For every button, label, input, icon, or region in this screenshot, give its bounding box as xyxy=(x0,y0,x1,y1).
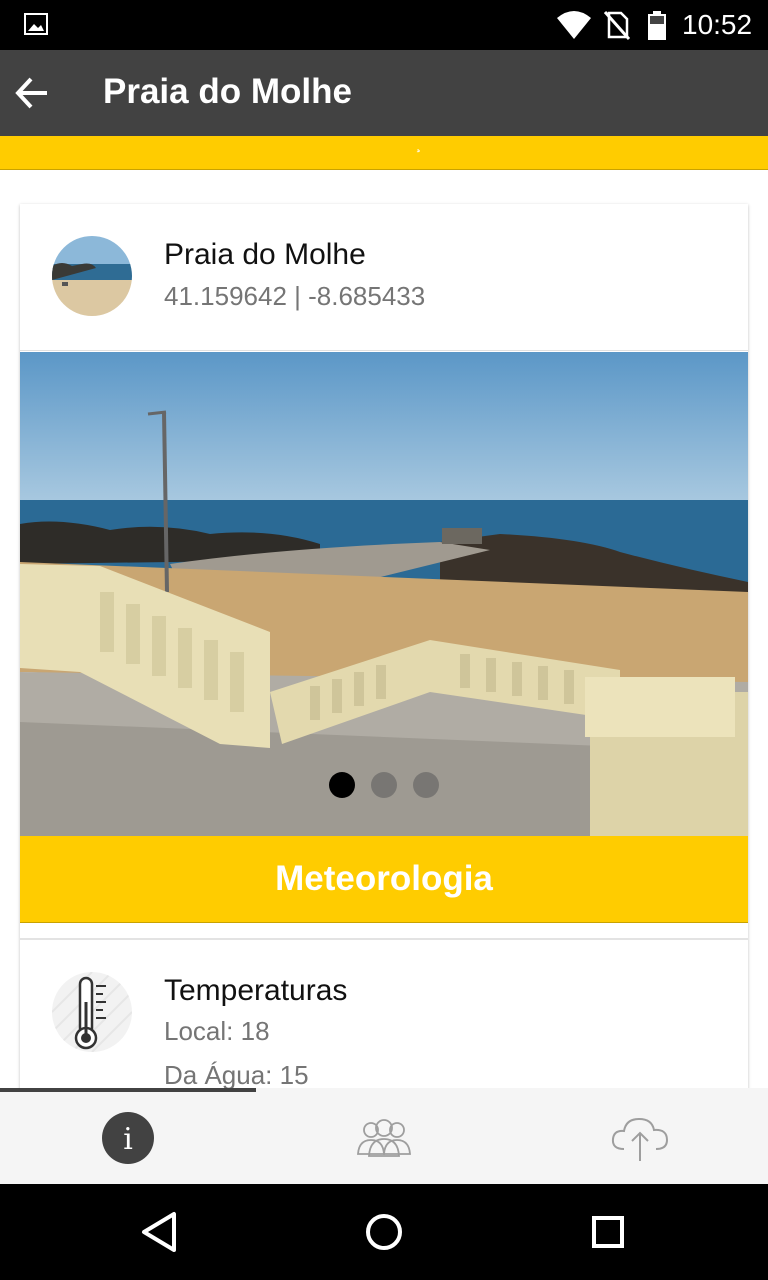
image-notification-icon xyxy=(24,13,48,35)
beach-card: Praia do Molhe 41.159642 | -8.685433 Met… xyxy=(20,204,748,1104)
arrow-back-icon[interactable] xyxy=(14,75,50,111)
temperature-local: Local: 18 xyxy=(164,1016,270,1046)
divider xyxy=(20,938,748,940)
svg-text:i: i xyxy=(123,1122,133,1157)
wifi-icon xyxy=(557,11,591,39)
tab-cloud-upload[interactable] xyxy=(512,1092,768,1184)
coordinates-text: 41.159642 | -8.685433 xyxy=(164,281,426,311)
screen: 10:52 Praia do Molhe ¸ Praia do Molhe 41… xyxy=(0,0,768,1280)
no-sim-icon xyxy=(604,11,630,40)
tab-info[interactable]: i xyxy=(0,1092,256,1184)
temperatures-title: Temperaturas xyxy=(164,974,348,1007)
yellow-header-strip: ¸ xyxy=(0,136,768,170)
carousel-dot[interactable] xyxy=(371,772,397,798)
carousel-dot[interactable] xyxy=(413,772,439,798)
cloud-upload-icon xyxy=(611,1117,669,1161)
nav-back-icon[interactable] xyxy=(136,1208,184,1256)
app-bar: Praia do Molhe xyxy=(0,50,768,136)
battery-icon xyxy=(648,11,666,40)
card-header: Praia do Molhe 41.159642 | -8.685433 xyxy=(20,204,748,351)
status-time: 10:52 xyxy=(682,9,753,40)
nav-home-icon[interactable] xyxy=(360,1208,408,1256)
meteorologia-section-header[interactable]: Meteorologia xyxy=(20,836,748,923)
beach-photo xyxy=(20,352,748,836)
temperature-water: Da Água: 15 xyxy=(164,1060,309,1090)
nav-recents-icon[interactable] xyxy=(584,1208,632,1256)
beach-avatar xyxy=(52,236,132,316)
card-title: Praia do Molhe xyxy=(164,238,366,271)
cedilla-mark: ¸ xyxy=(416,136,422,153)
tab-community[interactable] xyxy=(256,1092,512,1184)
bottom-tab-bar: i xyxy=(0,1088,768,1184)
page-title: Praia do Molhe xyxy=(103,72,352,111)
info-icon: i xyxy=(102,1112,154,1164)
carousel-dot[interactable] xyxy=(329,772,355,798)
meteorologia-label: Meteorologia xyxy=(275,859,493,898)
carousel-indicator xyxy=(329,772,439,798)
status-bar: 10:52 xyxy=(0,0,768,50)
community-icon xyxy=(357,1119,411,1157)
system-nav-bar xyxy=(0,1184,768,1280)
beach-photo-carousel[interactable] xyxy=(20,352,748,836)
thermometer-icon xyxy=(52,972,132,1052)
